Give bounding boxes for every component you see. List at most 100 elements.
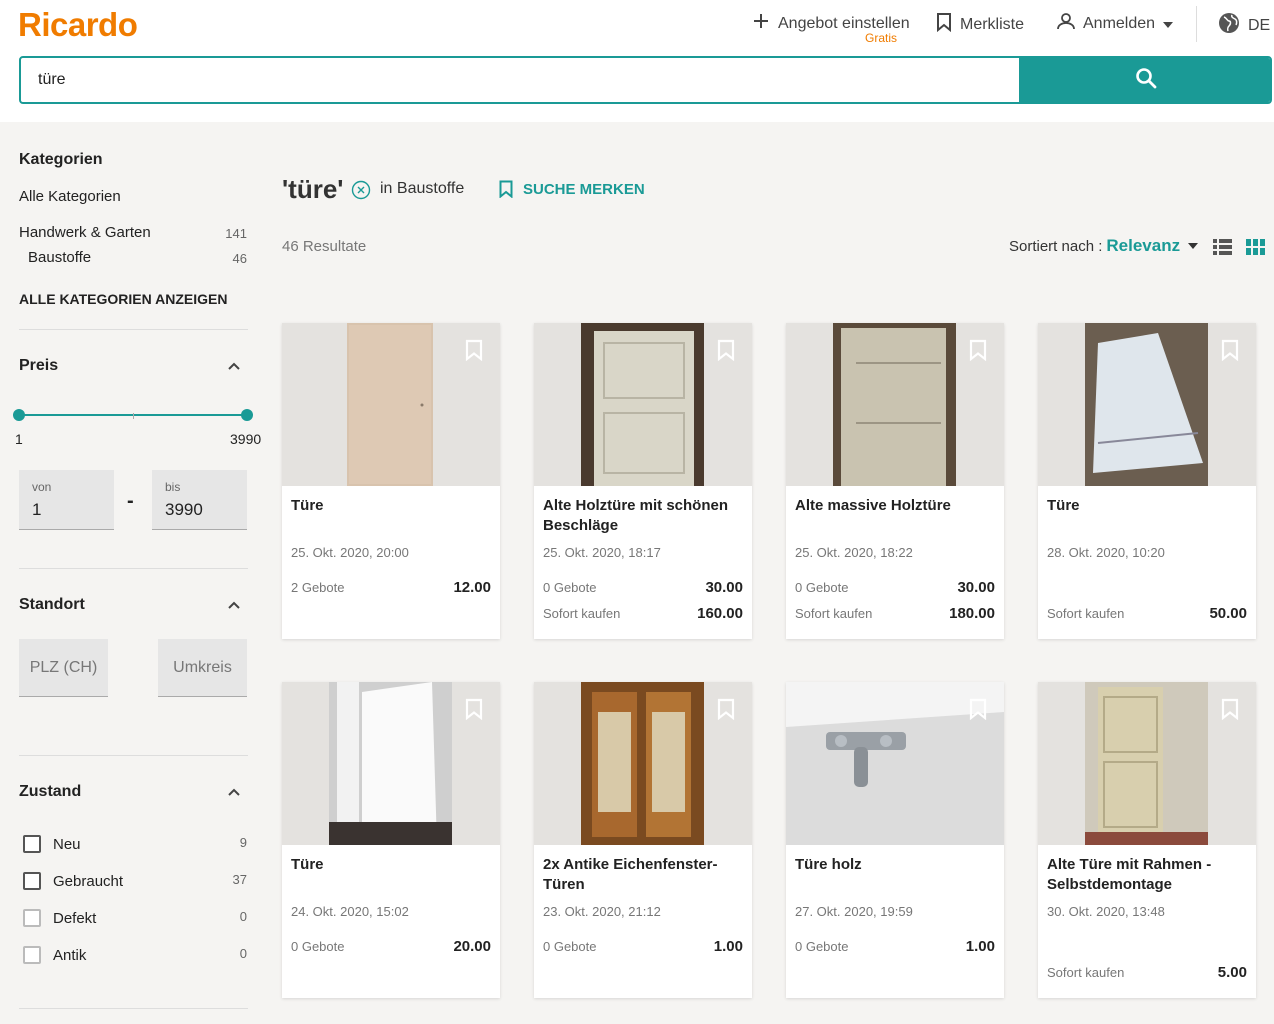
price-from-field[interactable]: von 1 — [19, 470, 114, 530]
results-count: 46 Resultate — [282, 238, 367, 255]
bids-label: 0 Gebote — [543, 580, 597, 595]
list-view-icon[interactable] — [1213, 239, 1232, 255]
category-item-label[interactable]: Handwerk & Garten — [19, 224, 151, 241]
language-selector[interactable]: DE — [1218, 12, 1274, 39]
price-to-value: 3990 — [165, 500, 203, 519]
price-from-label: von — [32, 480, 52, 494]
bid-price: 1.00 — [713, 938, 743, 955]
listing-card[interactable]: 2x Antike Eichenfenster-Türen 23. Okt. 2… — [534, 682, 752, 998]
listing-card[interactable]: Alte massive Holztüre 25. Okt. 2020, 18:… — [786, 323, 1004, 639]
bookmark-icon — [499, 180, 513, 198]
listing-title: Alte Holztüre mit schönen Beschläge — [543, 497, 729, 534]
bid-row: 0 Gebote 1.00 — [795, 938, 995, 955]
price-slider-track — [19, 414, 249, 416]
price-slider-min-handle[interactable] — [13, 409, 25, 421]
listing-title: Türe holz — [795, 856, 862, 873]
listing-date: 25. Okt. 2020, 18:17 — [543, 545, 661, 560]
divider — [19, 755, 248, 756]
category-item-count: 46 — [232, 251, 247, 266]
chevron-up-icon[interactable] — [227, 785, 241, 799]
all-categories-link[interactable]: Alle Kategorien — [19, 188, 121, 205]
buy-now-label: Sofort kaufen — [1047, 965, 1125, 980]
bookmark-icon[interactable] — [465, 339, 483, 361]
bid-price: 30.00 — [957, 579, 995, 596]
buy-now-price: 5.00 — [1217, 964, 1247, 981]
view-toggle — [1213, 239, 1265, 255]
bookmark-icon[interactable] — [1221, 339, 1239, 361]
save-search-button[interactable]: SUCHE MERKEN — [499, 180, 645, 198]
price-slider-tick — [133, 413, 134, 419]
sort-value: Relevanz — [1106, 236, 1181, 255]
price-range-dash: - — [127, 490, 134, 512]
clear-query-icon[interactable] — [351, 180, 371, 200]
bids-label: 0 Gebote — [795, 580, 849, 595]
listing-date: 25. Okt. 2020, 20:00 — [291, 545, 409, 560]
ricardo-logo[interactable]: Ricardo — [18, 6, 138, 44]
condition-checkbox-neu[interactable] — [23, 835, 41, 853]
bid-price: 12.00 — [453, 579, 491, 596]
watchlist-label: Merkliste — [960, 15, 1025, 33]
user-icon — [1057, 12, 1075, 35]
listing-card[interactable]: Türe 24. Okt. 2020, 15:02 0 Gebote 20.00 — [282, 682, 500, 998]
watchlist-link[interactable]: Merkliste — [936, 12, 1024, 37]
listing-card[interactable]: Alte Holztüre mit schönen Beschläge 25. … — [534, 323, 752, 639]
create-offer-label: Angebot einstellen — [778, 14, 910, 32]
chevron-down-icon — [1163, 15, 1174, 33]
grid-view-icon[interactable] — [1246, 239, 1265, 255]
listing-card[interactable]: Alte Türe mit Rahmen - Selbstdemontage 3… — [1038, 682, 1256, 998]
plus-icon — [752, 12, 770, 35]
listing-title: Türe — [1047, 497, 1080, 514]
listing-title: Türe — [291, 497, 324, 514]
price-to-field[interactable]: bis 3990 — [152, 470, 247, 530]
bookmark-icon[interactable] — [717, 339, 735, 361]
bookmark-icon[interactable] — [717, 698, 735, 720]
bid-price: 20.00 — [453, 938, 491, 955]
search-button[interactable] — [1019, 58, 1270, 102]
show-all-categories-link[interactable]: ALLE KATEGORIEN ANZEIGEN — [19, 291, 227, 307]
sort-selector[interactable]: Sortiert nach : Relevanz — [1009, 236, 1199, 256]
listing-date: 24. Okt. 2020, 15:02 — [291, 904, 409, 919]
condition-label: Defekt — [53, 910, 97, 927]
login-menu[interactable]: Anmelden — [1057, 12, 1174, 35]
condition-checkbox-gebraucht[interactable] — [23, 872, 41, 890]
save-search-label: SUCHE MERKEN — [523, 180, 645, 198]
condition-count: 37 — [232, 872, 247, 887]
search-icon — [1135, 67, 1157, 94]
listing-card[interactable]: Türe holz 27. Okt. 2020, 19:59 0 Gebote … — [786, 682, 1004, 998]
header: Ricardo Angebot einstellen Gratis Merkli… — [0, 0, 1274, 122]
bookmark-icon[interactable] — [969, 698, 987, 720]
login-label: Anmelden — [1083, 14, 1156, 32]
search-input[interactable] — [21, 58, 1019, 102]
condition-checkbox-antik[interactable] — [23, 946, 41, 964]
condition-checkbox-defekt[interactable] — [23, 909, 41, 927]
bid-price: 30.00 — [705, 579, 743, 596]
header-divider — [1196, 6, 1197, 42]
bids-label: 0 Gebote — [795, 939, 849, 954]
buy-now-label: Sofort kaufen — [1047, 606, 1125, 621]
caret-down-icon — [1188, 243, 1199, 249]
bookmark-icon[interactable] — [969, 339, 987, 361]
listing-card[interactable]: Türe 28. Okt. 2020, 10:20 Sofort kaufen … — [1038, 323, 1256, 639]
listing-title: Alte Türe mit Rahmen - Selbstdemontage — [1047, 856, 1212, 893]
bid-price: 1.00 — [965, 938, 995, 955]
buy-now-row: Sofort kaufen 50.00 — [1047, 605, 1247, 622]
bookmark-icon[interactable] — [465, 698, 483, 720]
location-heading: Standort — [19, 596, 85, 613]
bid-row: 0 Gebote 30.00 — [543, 579, 743, 596]
listing-date: 27. Okt. 2020, 19:59 — [795, 904, 913, 919]
chevron-up-icon[interactable] — [227, 359, 241, 373]
search-bar — [19, 56, 1272, 104]
language-label: DE — [1248, 16, 1271, 34]
category-item-count: 141 — [225, 226, 247, 241]
bookmark-icon[interactable] — [1221, 698, 1239, 720]
radius-field[interactable]: Umkreis — [158, 639, 247, 697]
price-slider-max-handle[interactable] — [241, 409, 253, 421]
chevron-up-icon[interactable] — [227, 598, 241, 612]
sort-label: Sortiert nach : — [1009, 237, 1103, 255]
category-item-label[interactable]: Baustoffe — [28, 249, 91, 266]
zip-code-field[interactable]: PLZ (CH) — [19, 639, 108, 697]
buy-now-price: 160.00 — [697, 605, 743, 622]
buy-now-label: Sofort kaufen — [795, 606, 873, 621]
offer-free-badge: Gratis — [865, 31, 898, 45]
listing-card[interactable]: Türe 25. Okt. 2020, 20:00 2 Gebote 12.00 — [282, 323, 500, 639]
